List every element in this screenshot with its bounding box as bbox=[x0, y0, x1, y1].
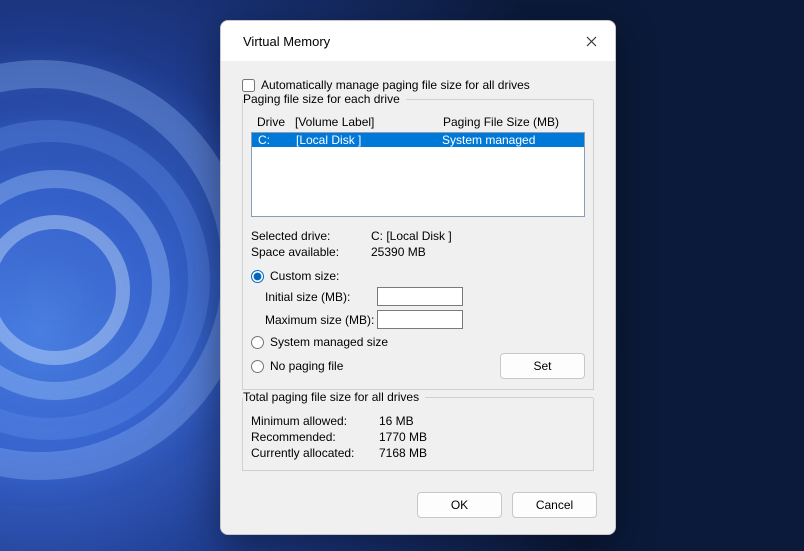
ok-button[interactable]: OK bbox=[417, 492, 502, 518]
custom-size-radio-row[interactable]: Custom size: bbox=[251, 269, 585, 283]
space-available-row: Space available: 25390 MB bbox=[251, 245, 585, 259]
space-available-label: Space available: bbox=[251, 245, 371, 259]
no-paging-radio-row[interactable]: No paging file bbox=[251, 359, 343, 373]
minimum-label: Minimum allowed: bbox=[251, 414, 379, 428]
initial-size-row: Initial size (MB): bbox=[265, 287, 585, 306]
drive-group-legend: Paging file size for each drive bbox=[243, 92, 402, 106]
drive-cell-drive: C: bbox=[258, 133, 296, 147]
initial-size-label: Initial size (MB): bbox=[265, 290, 377, 304]
auto-manage-label: Automatically manage paging file size fo… bbox=[261, 78, 530, 92]
custom-size-radio[interactable] bbox=[251, 270, 264, 283]
system-managed-label: System managed size bbox=[270, 335, 388, 349]
close-icon bbox=[586, 36, 597, 47]
selected-drive-row: Selected drive: C: [Local Disk ] bbox=[251, 229, 585, 243]
allocated-row: Currently allocated: 7168 MB bbox=[251, 446, 585, 460]
auto-manage-row[interactable]: Automatically manage paging file size fo… bbox=[242, 78, 594, 92]
titlebar: Virtual Memory bbox=[221, 21, 615, 61]
system-managed-radio[interactable] bbox=[251, 336, 264, 349]
col-volume-header: [Volume Label] bbox=[295, 115, 429, 129]
totals-groupbox: Total paging file size for all drives Mi… bbox=[242, 398, 594, 471]
allocated-value: 7168 MB bbox=[379, 446, 427, 460]
allocated-label: Currently allocated: bbox=[251, 446, 379, 460]
dialog-title: Virtual Memory bbox=[243, 34, 330, 49]
drive-list-header: Drive [Volume Label] Paging File Size (M… bbox=[251, 114, 585, 130]
initial-size-input[interactable] bbox=[377, 287, 463, 306]
selected-drive-value: C: [Local Disk ] bbox=[371, 229, 452, 243]
close-button[interactable] bbox=[581, 31, 601, 51]
dialog-footer: OK Cancel bbox=[221, 482, 615, 534]
no-paging-label: No paging file bbox=[270, 359, 343, 373]
custom-size-label: Custom size: bbox=[270, 269, 339, 283]
maximum-size-input[interactable] bbox=[377, 310, 463, 329]
drive-groupbox: Paging file size for each drive Drive [V… bbox=[242, 100, 594, 390]
space-available-value: 25390 MB bbox=[371, 245, 426, 259]
drive-cell-volume: [Local Disk ] bbox=[296, 133, 428, 147]
virtual-memory-dialog: Virtual Memory Automatically manage pagi… bbox=[220, 20, 616, 535]
maximum-size-row: Maximum size (MB): bbox=[265, 310, 585, 329]
drive-row[interactable]: C: [Local Disk ] System managed bbox=[252, 133, 584, 147]
totals-legend: Total paging file size for all drives bbox=[243, 390, 421, 404]
recommended-value: 1770 MB bbox=[379, 430, 427, 444]
recommended-label: Recommended: bbox=[251, 430, 379, 444]
no-paging-radio[interactable] bbox=[251, 360, 264, 373]
minimum-row: Minimum allowed: 16 MB bbox=[251, 414, 585, 428]
cancel-button[interactable]: Cancel bbox=[512, 492, 597, 518]
col-paging-header: Paging File Size (MB) bbox=[429, 115, 579, 129]
set-button[interactable]: Set bbox=[500, 353, 585, 379]
minimum-value: 16 MB bbox=[379, 414, 414, 428]
col-drive-header: Drive bbox=[257, 115, 295, 129]
maximum-size-label: Maximum size (MB): bbox=[265, 313, 377, 327]
drive-listbox[interactable]: C: [Local Disk ] System managed bbox=[251, 132, 585, 217]
auto-manage-checkbox[interactable] bbox=[242, 79, 255, 92]
system-managed-radio-row[interactable]: System managed size bbox=[251, 335, 585, 349]
drive-cell-paging: System managed bbox=[428, 133, 578, 147]
recommended-row: Recommended: 1770 MB bbox=[251, 430, 585, 444]
selected-drive-label: Selected drive: bbox=[251, 229, 371, 243]
